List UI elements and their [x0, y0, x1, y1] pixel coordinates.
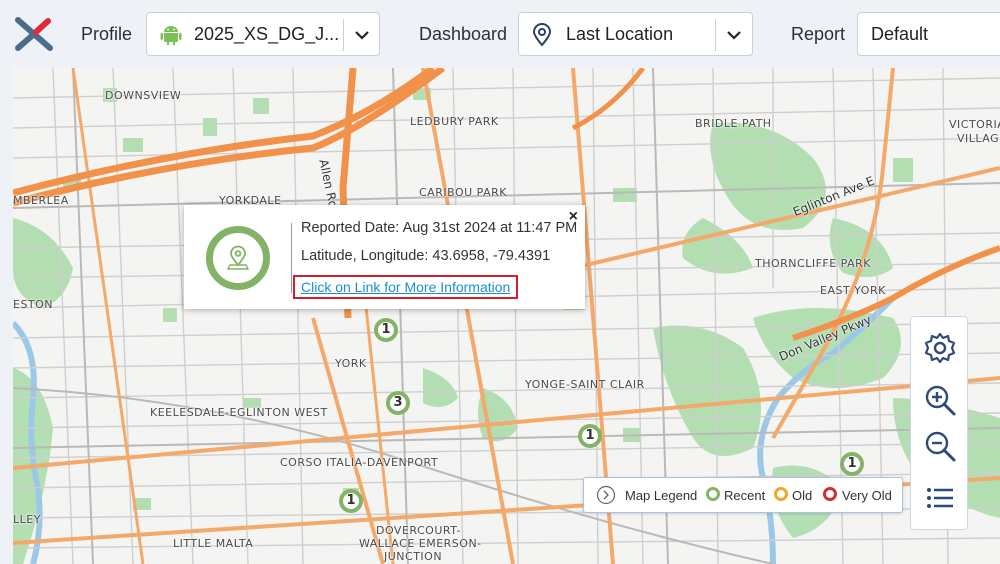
legend-very-old-dot — [823, 487, 837, 501]
report-select[interactable]: Default — [857, 12, 1000, 56]
dashboard-value: Last Location — [566, 24, 674, 44]
reported-date-text: Reported Date: Aug 31st 2024 at 11:47 PM — [301, 220, 578, 236]
place-label: YORK — [335, 357, 367, 370]
profile-value: 2025_XS_DG_J... — [194, 24, 340, 44]
legend-old-label: Old — [792, 488, 813, 503]
android-icon — [160, 26, 182, 45]
dashboard-select[interactable]: Last Location — [518, 12, 753, 56]
profile-select[interactable]: 2025_XS_DG_J... — [146, 12, 380, 56]
chevron-down-icon[interactable] — [724, 25, 744, 45]
more-info-link[interactable]: Click on Link for More Information — [293, 275, 519, 299]
place-label: CARIBOU PARK — [419, 186, 507, 199]
report-label: Report — [791, 24, 846, 44]
legend-very-old-label: Very Old — [842, 488, 892, 503]
location-info-popup: Reported Date: Aug 31st 2024 at 11:47 PM… — [184, 205, 585, 309]
location-cluster-marker[interactable]: 1 — [374, 318, 398, 342]
map-controls — [910, 316, 968, 530]
menu-icon[interactable] — [923, 481, 957, 515]
place-label: DOWNSVIEW — [105, 89, 182, 102]
place-label: CORSO ITALIA-DAVENPORT — [280, 456, 439, 469]
location-status-ring — [206, 226, 270, 290]
app-logo-icon[interactable] — [14, 16, 54, 52]
location-pin-icon — [532, 23, 552, 47]
legend-old-dot — [774, 487, 788, 501]
top-bar: Profile 2025_XS_DG_J... Dashboard Last L… — [0, 0, 1000, 68]
place-label: BRIDLE PATH — [695, 117, 772, 130]
close-icon[interactable]: × — [569, 208, 578, 226]
place-label: ESTON — [13, 298, 54, 311]
lat-lng-text: Latitude, Longitude: 43.6958, -79.4391 — [301, 248, 551, 264]
zoom-in-icon[interactable] — [923, 383, 957, 417]
zoom-out-icon[interactable] — [923, 429, 957, 463]
place-label: LITTLE MALTA — [173, 537, 254, 550]
location-cluster-marker[interactable]: 3 — [386, 391, 410, 415]
dashboard-label: Dashboard — [419, 24, 508, 44]
report-value: Default — [871, 24, 929, 44]
place-label: WALLACE EMERSON- — [359, 537, 482, 550]
place-label: MBERLEA — [13, 194, 69, 207]
place-label: DOVERCOURT- — [376, 524, 461, 537]
place-label: LEDBURY PARK — [410, 115, 499, 128]
profile-label: Profile — [81, 24, 133, 44]
place-label: LLEY — [13, 513, 41, 526]
chevron-down-icon[interactable] — [352, 25, 372, 45]
place-label: THORNCLIFFE PARK — [755, 257, 871, 270]
legend-recent-dot — [706, 487, 720, 501]
legend-title: Map Legend — [625, 488, 698, 503]
place-label: YONGE-SAINT CLAIR — [525, 378, 645, 391]
place-label: VICTORIA — [949, 118, 1000, 131]
place-label: KEELESDALE-EGLINTON WEST — [150, 406, 328, 419]
place-label: JUNCTION — [384, 550, 443, 563]
location-cluster-marker[interactable]: 1 — [840, 452, 864, 476]
location-pin-icon — [227, 245, 249, 270]
chevron-right-icon[interactable] — [596, 485, 616, 505]
location-cluster-marker[interactable]: 1 — [339, 489, 363, 513]
place-label: VILLAGE — [957, 132, 1000, 145]
place-label: EAST YORK — [820, 284, 886, 297]
map-legend: Map Legend Recent Old Very Old — [583, 477, 903, 513]
settings-icon[interactable] — [923, 331, 957, 365]
legend-recent-label: Recent — [724, 488, 766, 503]
location-cluster-marker[interactable]: 1 — [578, 424, 602, 448]
